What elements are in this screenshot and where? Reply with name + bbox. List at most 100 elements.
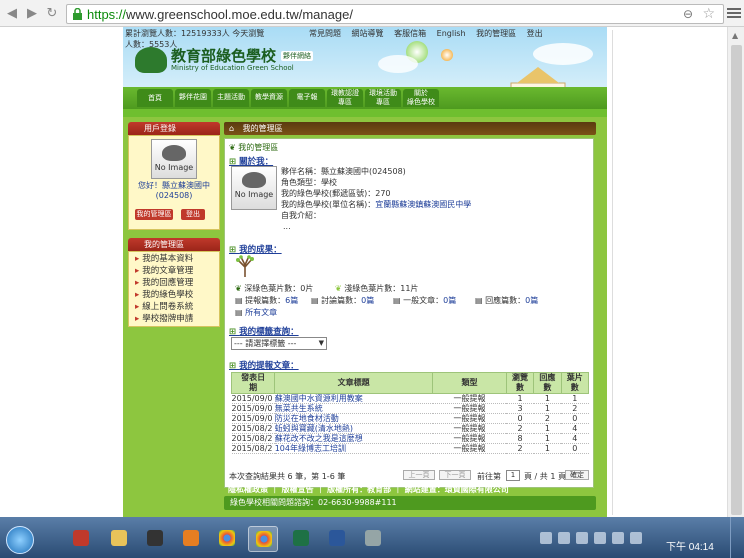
cell-type: 一般提報 bbox=[432, 443, 507, 454]
english-link[interactable]: English bbox=[437, 29, 466, 38]
forward-icon[interactable]: ▶ bbox=[24, 6, 40, 22]
my-manage-button[interactable]: 我的管理區 bbox=[135, 209, 173, 220]
taskbar-chrome[interactable] bbox=[212, 526, 242, 552]
school-link[interactable]: 宜蘭縣蘇澳鎮蘇澳國民中學 bbox=[375, 200, 471, 209]
table-row: 2015/09/0 蘇澳國中水資源利用教案 一般提報 1 1 1 bbox=[231, 393, 589, 404]
contact-link[interactable]: 客服信箱 bbox=[394, 29, 426, 38]
show-desktop-button[interactable] bbox=[730, 517, 744, 558]
tab-about[interactable]: 關於 綠色學校 bbox=[403, 89, 439, 107]
tray-icon[interactable] bbox=[540, 532, 552, 544]
cell-title-link[interactable]: 104年綠博志工培訓 bbox=[274, 443, 433, 454]
document-icon: ▤ bbox=[393, 296, 401, 305]
tab-env-activities[interactable]: 環境活動 專區 bbox=[365, 89, 401, 107]
tag-select[interactable]: --- 請選擇標籤 --- ▼ bbox=[231, 337, 327, 350]
next-page-button[interactable]: 下一頁 bbox=[439, 470, 471, 480]
scrollbar-thumb[interactable] bbox=[731, 45, 742, 515]
site-logo[interactable]: 教育部綠色學校 Ministry of Education Green Scho… bbox=[135, 45, 325, 77]
cell-views: 1 bbox=[506, 393, 534, 404]
tab-home[interactable]: 首頁 bbox=[137, 89, 173, 107]
logout-link[interactable]: 登出 bbox=[527, 29, 543, 38]
address-bar[interactable]: https://www.greenschool.moe.edu.tw/manag… bbox=[66, 4, 724, 24]
manage-link[interactable]: 我的管理區 bbox=[476, 29, 516, 38]
network-icon[interactable] bbox=[612, 532, 624, 544]
taskbar-acrobat[interactable] bbox=[66, 526, 96, 552]
tab-certification[interactable]: 環教認證 專區 bbox=[327, 89, 363, 107]
tags-title: 我的標籤查詢： bbox=[229, 325, 299, 337]
page-number-input[interactable]: 1 bbox=[506, 470, 520, 481]
greeting: 您好！縣立蘇澳國中(024508) bbox=[138, 181, 210, 200]
all-articles-link[interactable]: 所有文章 bbox=[245, 308, 277, 317]
reply-count-link[interactable]: 0篇 bbox=[525, 296, 538, 305]
logout-button[interactable]: 登出 bbox=[181, 209, 205, 220]
sitemap-link[interactable]: 網站導覽 bbox=[352, 29, 384, 38]
col-views[interactable]: 瀏覽 數 bbox=[505, 372, 535, 394]
zoom-icon[interactable]: ⊖ bbox=[683, 7, 693, 21]
intro-dots: ... bbox=[283, 222, 291, 231]
menu-survey[interactable]: 線上問卷系統 bbox=[129, 301, 219, 313]
col-type[interactable]: 類型 bbox=[432, 372, 507, 394]
back-icon[interactable]: ◀ bbox=[4, 6, 20, 22]
faq-link[interactable]: 常見問題 bbox=[309, 29, 341, 38]
tab-resources[interactable]: 教學資源 bbox=[251, 89, 287, 107]
tab-partner-garden[interactable]: 夥伴花園 bbox=[175, 89, 211, 107]
cell-title-link[interactable]: 防災在地食材活動 bbox=[274, 413, 433, 424]
divider bbox=[612, 30, 613, 515]
menu-basic-info[interactable]: 我的基本資料 bbox=[129, 253, 219, 265]
pager-summary: 本次查詢結果共 6 筆，第 1-6 筆 bbox=[229, 472, 346, 481]
start-button[interactable] bbox=[6, 526, 34, 554]
taskbar-tool[interactable] bbox=[358, 526, 388, 552]
goto-label: 前往第 bbox=[477, 472, 501, 481]
cell-views: 3 bbox=[506, 403, 534, 414]
cell-views: 0 bbox=[506, 413, 534, 424]
report-count-link[interactable]: 6篇 bbox=[285, 296, 298, 305]
home-icon[interactable]: ⌂ bbox=[229, 124, 234, 133]
discussion-count-link[interactable]: 0篇 bbox=[361, 296, 374, 305]
total-pages: 頁 / 共 1 頁 bbox=[524, 472, 566, 481]
general-count: ▤ 一般文章：0篇 bbox=[393, 296, 457, 305]
cell-type: 一般提報 bbox=[432, 413, 507, 424]
excel-icon bbox=[293, 530, 309, 546]
cell-replies: 1 bbox=[533, 443, 562, 454]
chrome-icon bbox=[219, 530, 235, 546]
volume-icon[interactable] bbox=[630, 532, 642, 544]
col-title[interactable]: 文章標題 bbox=[274, 372, 434, 394]
taskbar-excel[interactable] bbox=[286, 526, 316, 552]
tool-icon bbox=[365, 530, 381, 546]
reload-icon[interactable]: ↻ bbox=[44, 6, 60, 22]
confirm-button[interactable]: 確定 bbox=[565, 470, 589, 480]
scroll-up-icon[interactable]: ▲ bbox=[732, 31, 738, 40]
tray-icon[interactable] bbox=[576, 532, 588, 544]
general-count-link[interactable]: 0篇 bbox=[443, 296, 456, 305]
page-scrollbar[interactable]: ▲ bbox=[727, 27, 744, 517]
menu-plaque-apply[interactable]: 學校撥牌申請 bbox=[129, 313, 219, 325]
cell-title-link[interactable]: 蘇澳國中水資源利用教案 bbox=[274, 393, 433, 404]
browser-menu-icon[interactable] bbox=[727, 6, 741, 20]
taskbar-word[interactable] bbox=[322, 526, 352, 552]
cell-leaves: 4 bbox=[561, 423, 589, 434]
cell-title-link[interactable]: 蘇花改不改之我是這麼想 bbox=[274, 433, 433, 444]
cell-title-link[interactable]: 蚯蚓與寶藏(清水地熱) bbox=[274, 423, 433, 434]
prev-page-button[interactable]: 上一頁 bbox=[403, 470, 435, 480]
taskbar-media[interactable] bbox=[176, 526, 206, 552]
clock[interactable]: 下午 04:14 bbox=[666, 538, 714, 553]
table-row: 2015/09/0 無菜共生系統 一般提報 3 1 2 bbox=[231, 403, 589, 414]
help-icon[interactable] bbox=[558, 532, 570, 544]
menu-my-green-school[interactable]: 我的綠色學校 bbox=[129, 289, 219, 301]
taskbar-explorer[interactable] bbox=[104, 526, 134, 552]
grass-strip bbox=[123, 109, 607, 117]
taskbar-chrome-active[interactable] bbox=[248, 526, 278, 552]
taskbar-app[interactable] bbox=[140, 526, 170, 552]
menu-article-manage[interactable]: 我的文章管理 bbox=[129, 265, 219, 277]
col-leaves[interactable]: 葉片 數 bbox=[560, 372, 590, 394]
col-date[interactable]: 發表日 期 bbox=[230, 372, 276, 394]
tab-activities[interactable]: 主題活動 bbox=[213, 89, 249, 107]
footer-links[interactable]: 隱私權政策 ｜ 版權宣告 ｜ 版權所有：教育部 ｜ 網站建置：環資國際有限公司 bbox=[224, 484, 596, 496]
tab-newsletter[interactable]: 電子報 bbox=[289, 89, 325, 107]
folder-icon bbox=[111, 530, 127, 546]
login-panel: No Image 您好！縣立蘇澳國中(024508) 我的管理區 登出 bbox=[128, 135, 220, 230]
menu-reply-manage[interactable]: 我的回應管理 bbox=[129, 277, 219, 289]
col-replies[interactable]: 回應 數 bbox=[533, 372, 562, 394]
cell-title-link[interactable]: 無菜共生系統 bbox=[274, 403, 433, 414]
bookmark-star-icon[interactable]: ☆ bbox=[702, 6, 715, 22]
flag-icon[interactable] bbox=[594, 532, 606, 544]
